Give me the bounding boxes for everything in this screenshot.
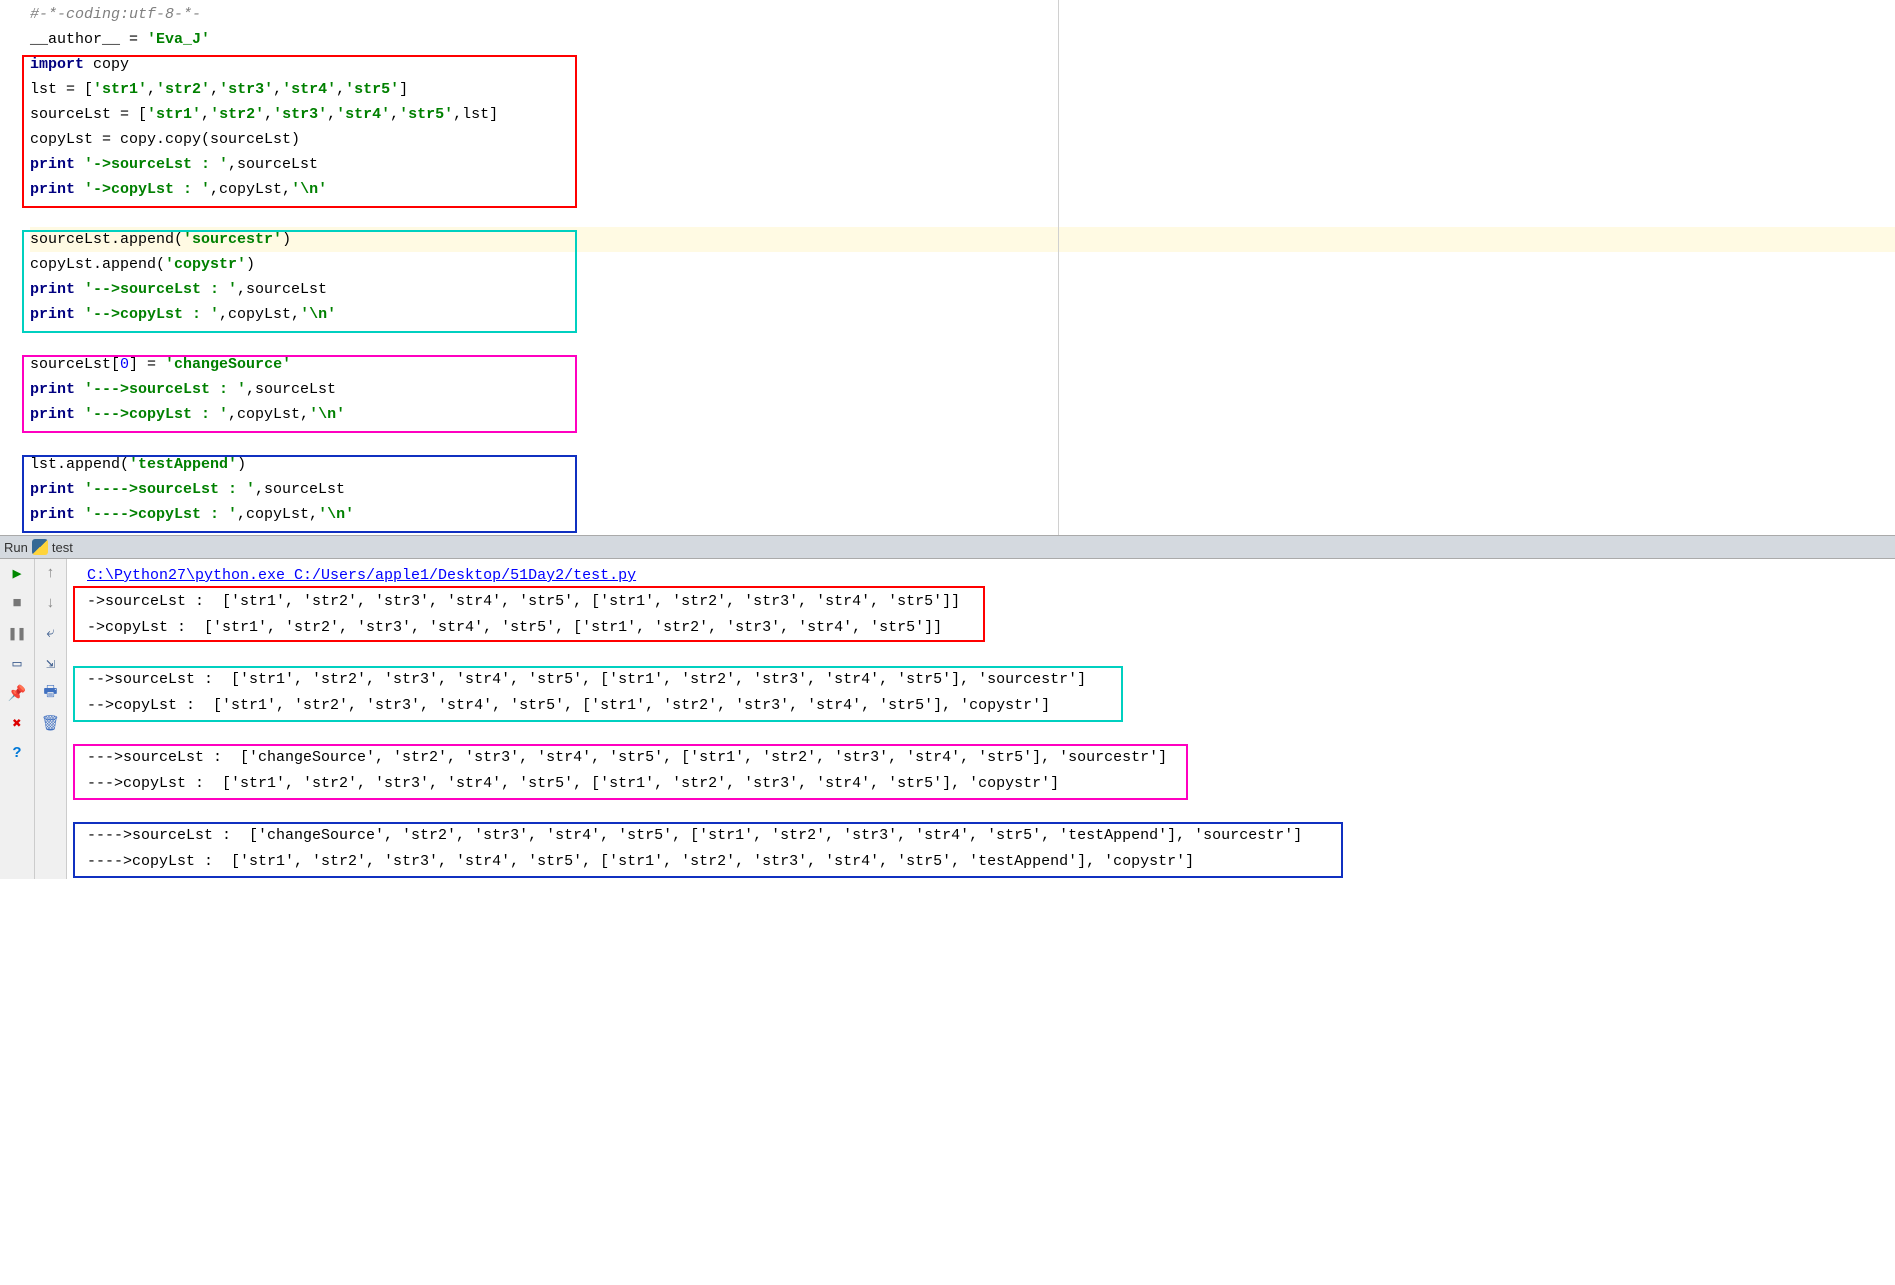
run-label: Run: [4, 540, 28, 555]
run-config-name: test: [52, 540, 73, 555]
code-line[interactable]: print '-->sourceLst : ',sourceLst: [30, 277, 1895, 302]
console-line: ---->copyLst : ['str1', 'str2', 'str3', …: [87, 849, 1895, 875]
python-icon: [32, 539, 48, 555]
run-tool-header: Run test: [0, 535, 1895, 559]
code-line[interactable]: lst.append('testAppend'): [30, 452, 1895, 477]
run-button[interactable]: ▶: [7, 563, 27, 583]
pin-icon[interactable]: 📌: [7, 683, 27, 703]
code-line[interactable]: print '-->copyLst : ',copyLst,'\n': [30, 302, 1895, 327]
help-button[interactable]: ?: [7, 743, 27, 763]
console-line: ->copyLst : ['str1', 'str2', 'str3', 'st…: [87, 615, 1895, 641]
code-line[interactable]: import copy: [30, 52, 1895, 77]
close-button[interactable]: ✖: [7, 713, 27, 733]
console-line: -->copyLst : ['str1', 'str2', 'str3', 's…: [87, 693, 1895, 719]
code-line[interactable]: print '--->copyLst : ',copyLst,'\n': [30, 402, 1895, 427]
clear-all-icon[interactable]: 🗑: [41, 713, 61, 733]
code-line[interactable]: [30, 427, 1895, 452]
code-line[interactable]: copyLst.append('copystr'): [30, 252, 1895, 277]
up-arrow-icon[interactable]: ↑: [41, 563, 61, 583]
print-icon[interactable]: 🖶: [41, 683, 61, 703]
pause-button[interactable]: ❚❚: [7, 623, 27, 643]
code-line[interactable]: sourceLst.append('sourcestr'): [30, 227, 1895, 252]
code-line[interactable]: #-*-coding:utf-8-*-: [30, 2, 1895, 27]
code-line[interactable]: [30, 327, 1895, 352]
console-line: --->sourceLst : ['changeSource', 'str2',…: [87, 745, 1895, 771]
soft-wrap-icon[interactable]: ⤶: [41, 623, 61, 643]
code-line[interactable]: sourceLst = ['str1','str2','str3','str4'…: [30, 102, 1895, 127]
console-line: ->sourceLst : ['str1', 'str2', 'str3', '…: [87, 589, 1895, 615]
code-line[interactable]: copyLst = copy.copy(sourceLst): [30, 127, 1895, 152]
code-line[interactable]: print '---->sourceLst : ',sourceLst: [30, 477, 1895, 502]
code-line[interactable]: sourceLst[0] = 'changeSource': [30, 352, 1895, 377]
margin-line: [1058, 0, 1059, 535]
code-line[interactable]: __author__ = 'Eva_J': [30, 27, 1895, 52]
console-line: [87, 641, 1895, 667]
exec-path[interactable]: C:\Python27\python.exe C:/Users/apple1/D…: [87, 563, 1895, 589]
code-line[interactable]: print '->sourceLst : ',sourceLst: [30, 152, 1895, 177]
code-editor[interactable]: #-*-coding:utf-8-*-__author__ = 'Eva_J'i…: [0, 0, 1895, 535]
scroll-to-end-icon[interactable]: ⇲: [41, 653, 61, 673]
console-line: -->sourceLst : ['str1', 'str2', 'str3', …: [87, 667, 1895, 693]
console-line: --->copyLst : ['str1', 'str2', 'str3', '…: [87, 771, 1895, 797]
code-line[interactable]: print '->copyLst : ',copyLst,'\n': [30, 177, 1895, 202]
console-output[interactable]: C:\Python27\python.exe C:/Users/apple1/D…: [67, 559, 1895, 879]
code-line[interactable]: print '---->copyLst : ',copyLst,'\n': [30, 502, 1895, 527]
layout-icon[interactable]: ▭: [7, 653, 27, 673]
run-toolbar-primary: ▶ ■ ❚❚ ▭ 📌 ✖ ?: [0, 559, 35, 879]
console-line: ---->sourceLst : ['changeSource', 'str2'…: [87, 823, 1895, 849]
code-line[interactable]: [30, 202, 1895, 227]
console-line: [87, 797, 1895, 823]
console-panel: ▶ ■ ❚❚ ▭ 📌 ✖ ? ↑ ↓ ⤶ ⇲ 🖶 🗑 C:\Python27\p…: [0, 559, 1895, 879]
down-arrow-icon[interactable]: ↓: [41, 593, 61, 613]
code-line[interactable]: lst = ['str1','str2','str3','str4','str5…: [30, 77, 1895, 102]
stop-button[interactable]: ■: [7, 593, 27, 613]
code-line[interactable]: print '--->sourceLst : ',sourceLst: [30, 377, 1895, 402]
run-toolbar-secondary: ↑ ↓ ⤶ ⇲ 🖶 🗑: [35, 559, 67, 879]
console-line: [87, 719, 1895, 745]
